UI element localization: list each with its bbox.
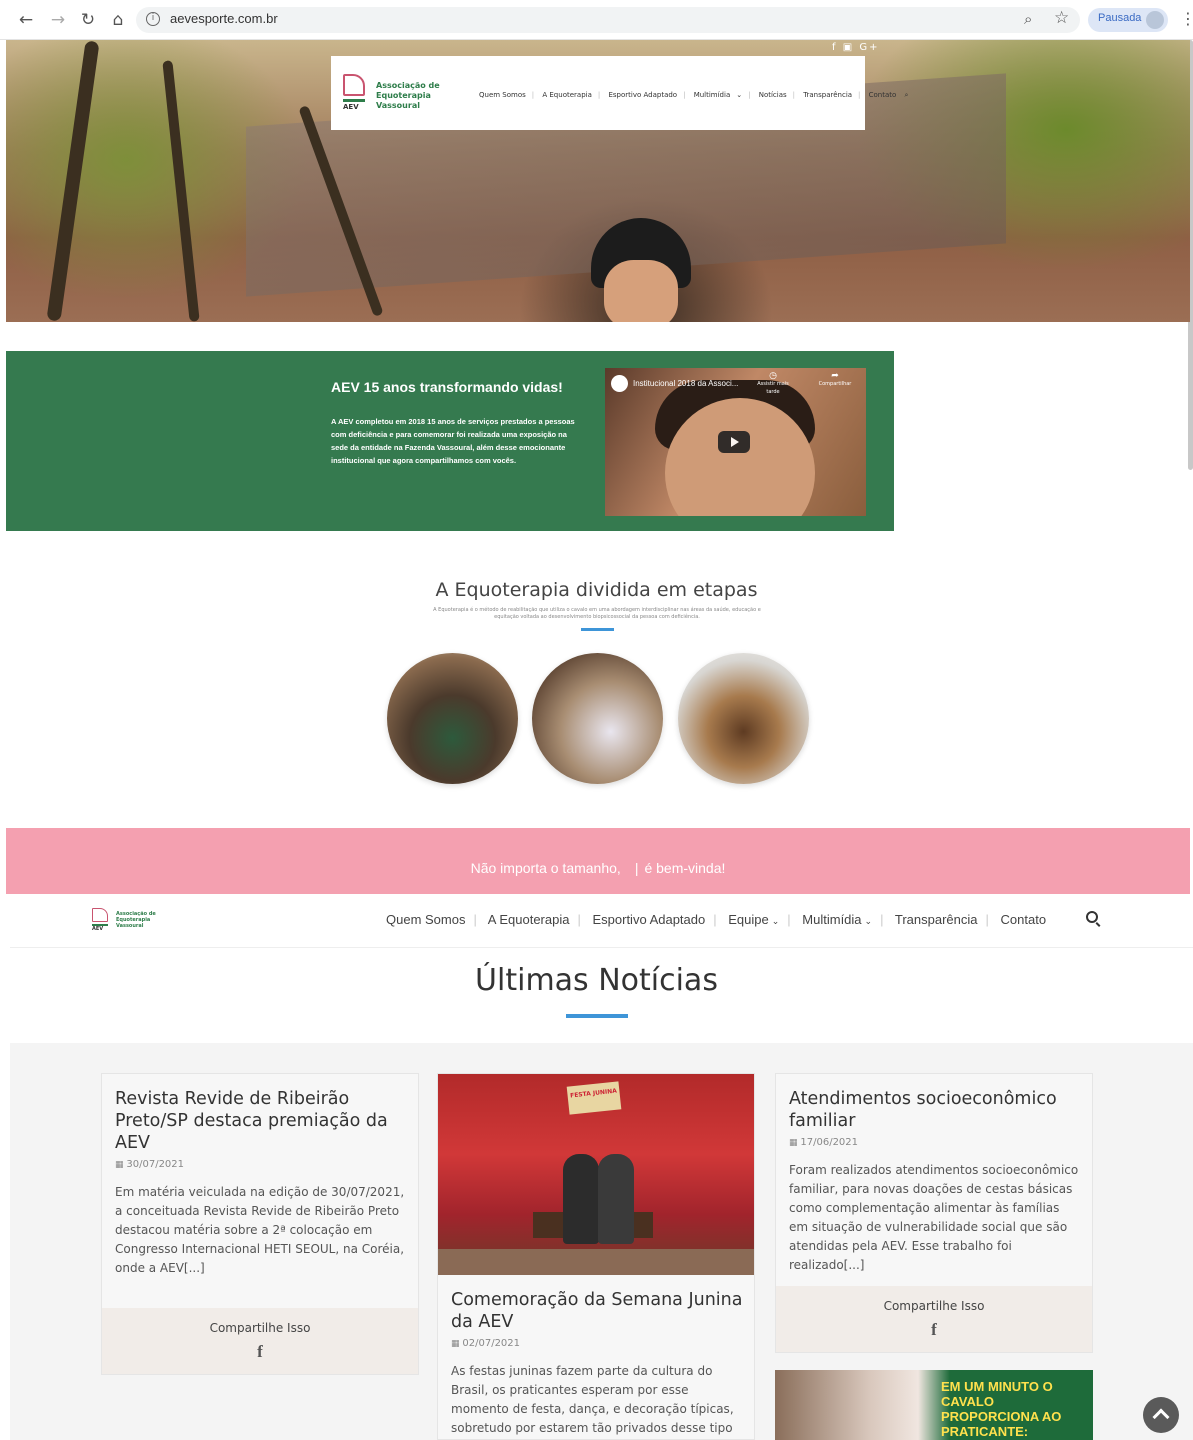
logo-name-small[interactable]: Associação de Equoterapia Vassoural <box>116 911 166 929</box>
nav-quem-somos[interactable]: Quem Somos <box>386 912 465 927</box>
chevron-down-icon: ⌄ <box>736 91 743 99</box>
search-icon[interactable]: ⌕ <box>905 91 909 99</box>
news-card: Atendimentos socioeconômico familiar 17/… <box>775 1073 1093 1353</box>
chevron-down-icon: ⌄ <box>771 916 780 926</box>
play-icon[interactable] <box>718 431 750 453</box>
title-underline <box>581 628 614 631</box>
nav-esportivo-adaptado[interactable]: Esportivo Adaptado <box>608 91 677 99</box>
search-icon[interactable] <box>1086 911 1098 923</box>
hero-child-face <box>604 260 678 322</box>
aev-logo[interactable]: AEV <box>343 74 365 111</box>
logo-name[interactable]: Associação de Equoterapia Vassoural <box>376 81 446 111</box>
banner-part-2: é bem-vinda! <box>644 860 726 876</box>
video-title[interactable]: Institucional 2018 da Associ... <box>633 379 738 388</box>
reload-icon[interactable]: ↻ <box>78 10 98 30</box>
news-card-excerpt: Em matéria veiculada na edição de 30/07/… <box>115 1185 405 1275</box>
browser-menu-icon[interactable]: ⋮ <box>1180 9 1193 28</box>
steps-title: A Equoterapia dividida em etapas <box>435 579 758 601</box>
nav-quem-somos[interactable]: Quem Somos <box>479 91 526 99</box>
news-card-excerpt: Foram realizados atendimentos socioeconô… <box>789 1163 1079 1272</box>
tree-trunk <box>162 60 200 322</box>
social-icons[interactable]: f ▣ G+ <box>832 42 879 53</box>
title-underline <box>566 1014 628 1018</box>
news-card-excerpt: As festas juninas fazem parte da cultura… <box>451 1364 734 1435</box>
nav-esportivo-adaptado[interactable]: Esportivo Adaptado <box>592 912 705 927</box>
share-label: Compartilhe Isso <box>883 1299 985 1313</box>
clock-icon: ◷ <box>769 371 777 381</box>
logo-abbr: AEV <box>92 926 104 932</box>
zoom-icon[interactable]: ⌕ <box>1024 10 1032 28</box>
nav-multimidia[interactable]: Multimídia <box>694 91 731 99</box>
share-video-button[interactable]: ➦ Compartilhar <box>815 372 855 388</box>
profile-status: Pausada <box>1098 12 1142 24</box>
news-card-date: 02/07/2021 <box>451 1338 743 1349</box>
news-card-title[interactable]: Comemoração da Semana Junina da AEV <box>451 1289 743 1333</box>
news-card-image[interactable]: FESTA JUNINA <box>438 1074 754 1275</box>
share-box: Compartilhe Isso f <box>776 1286 1092 1352</box>
news-card-title[interactable]: Revista Revide de Ribeirão Preto/SP dest… <box>115 1088 407 1154</box>
step-image-1[interactable] <box>387 653 518 784</box>
share-box: Compartilhe Isso f <box>102 1308 418 1374</box>
steps-description: A Equoterapia é o método de reabilitação… <box>433 607 761 620</box>
profile-button[interactable]: Pausada <box>1088 8 1168 32</box>
share-label: Compartilhar <box>818 381 852 387</box>
hero-nav: Quem Somos | A Equoterapia | Esportivo Ada… <box>479 91 909 99</box>
nav-contato[interactable]: Contato <box>869 91 897 99</box>
main-nav: Quem Somos | A Equoterapia | Esportivo Ada… <box>386 912 1047 927</box>
feature-section: AEV 15 anos transformando vidas! A AEV c… <box>6 351 894 531</box>
banner-part-1: Não importa o tamanho, <box>470 860 621 876</box>
aev-logo-small[interactable]: AEV <box>92 908 108 932</box>
forward-icon[interactable]: → <box>48 10 68 30</box>
nav-transparencia[interactable]: Transparência <box>803 91 852 99</box>
facebook-icon[interactable]: f <box>102 1342 418 1362</box>
nav-a-equoterapia[interactable]: A Equoterapia <box>488 912 570 927</box>
channel-logo-icon[interactable] <box>611 375 628 392</box>
hero-banner: f ▣ G+ AEV Associação de Equoterapia Vas… <box>6 40 1190 322</box>
watch-later-label: Assistir mais tarde <box>757 381 789 395</box>
video-player[interactable]: Institucional 2018 da Associ... ◷ Assisti… <box>605 368 866 516</box>
news-title: Últimas Notícias <box>475 963 718 998</box>
pink-banner: Não importa o tamanho, | é bem-vinda! <box>6 828 1190 894</box>
bookmark-star-icon[interactable]: ☆ <box>1054 8 1069 28</box>
browser-toolbar: ← → ↻ ⌂ i aevesporte.com.br ⌕ ☆ Pausada … <box>0 0 1193 40</box>
promo-card[interactable]: EM UM MINUTO O CAVALO PROPORCIONA AO PRA… <box>775 1370 1093 1440</box>
home-icon[interactable]: ⌂ <box>108 10 128 30</box>
sticky-nav: AEV Associação de Equoterapia Vassoural … <box>10 894 1193 948</box>
tree-trunk <box>46 40 100 322</box>
info-icon[interactable]: i <box>146 12 160 26</box>
avatar <box>1146 11 1164 29</box>
news-card-date: 30/07/2021 <box>115 1159 407 1170</box>
back-icon[interactable]: ← <box>16 10 36 30</box>
share-label: Compartilhe Isso <box>209 1321 311 1335</box>
banner-message: Não importa o tamanho, | é bem-vinda! <box>6 860 1190 876</box>
news-card: Revista Revide de Ribeirão Preto/SP dest… <box>101 1073 419 1375</box>
watch-later-button[interactable]: ◷ Assistir mais tarde <box>753 372 793 396</box>
chevron-down-icon: ⌄ <box>864 916 873 926</box>
feature-title: AEV 15 anos transformando vidas! <box>331 379 563 395</box>
text-cursor: | <box>634 860 639 876</box>
photo-sign: FESTA JUNINA <box>566 1081 622 1115</box>
logo-abbr: AEV <box>343 103 359 111</box>
url-text[interactable]: aevesporte.com.br <box>170 11 278 26</box>
scroll-to-top-button[interactable] <box>1143 1397 1179 1433</box>
feature-text: A AEV completou em 2018 15 anos de servi… <box>331 417 575 465</box>
nav-noticias[interactable]: Notícias <box>759 91 787 99</box>
nav-a-equoterapia[interactable]: A Equoterapia <box>542 91 592 99</box>
address-bar[interactable]: i aevesporte.com.br <box>136 7 1080 33</box>
nav-contato[interactable]: Contato <box>1001 912 1047 927</box>
nav-equipe[interactable]: Equipe <box>728 912 768 927</box>
hero-nav-card: AEV Associação de Equoterapia Vassoural … <box>331 56 908 130</box>
news-card: FESTA JUNINA Comemoração da Semana Junin… <box>437 1073 755 1440</box>
step-image-2[interactable] <box>532 653 663 784</box>
news-card-title[interactable]: Atendimentos socioeconômico familiar <box>789 1088 1081 1132</box>
share-icon: ➦ <box>831 371 839 381</box>
promo-text: EM UM MINUTO O CAVALO PROPORCIONA AO PRA… <box>941 1379 1062 1439</box>
nav-transparencia[interactable]: Transparência <box>895 912 978 927</box>
news-card-date: 17/06/2021 <box>789 1137 1081 1148</box>
nav-multimidia[interactable]: Multimídia <box>802 912 861 927</box>
step-image-3[interactable] <box>678 653 809 784</box>
facebook-icon[interactable]: f <box>776 1320 1092 1340</box>
